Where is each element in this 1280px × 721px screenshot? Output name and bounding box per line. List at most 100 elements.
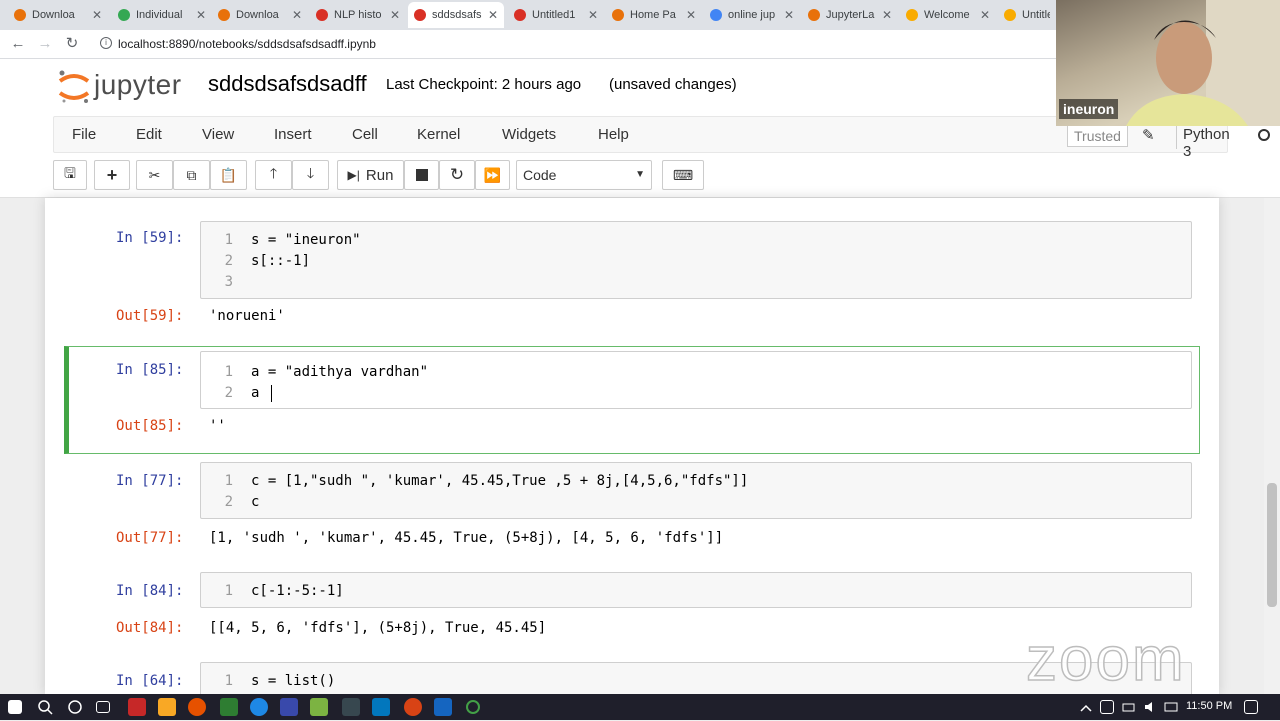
tab-close-icon[interactable]: ✕ bbox=[980, 8, 990, 22]
tab-close-icon[interactable]: ✕ bbox=[686, 8, 696, 22]
cell-type-value: Code bbox=[523, 167, 557, 183]
site-info-icon[interactable]: i bbox=[100, 37, 112, 49]
save-button[interactable]: 🖫 bbox=[53, 160, 87, 190]
terminal-icon[interactable] bbox=[342, 698, 360, 716]
app-icon[interactable] bbox=[280, 698, 298, 716]
tab-close-icon[interactable]: ✕ bbox=[882, 8, 892, 22]
code-cell-selected[interactable]: In [85]: 1 a = "adithya vardhan" 2 a Out[8… bbox=[64, 346, 1200, 454]
notebook-name[interactable]: sddsdsafsdsadff bbox=[208, 71, 367, 97]
menu-widgets[interactable]: Widgets bbox=[502, 126, 556, 143]
battery-icon[interactable] bbox=[1122, 700, 1136, 714]
tab-close-icon[interactable]: ✕ bbox=[196, 8, 206, 22]
kernel-name[interactable]: Python 3 bbox=[1183, 126, 1230, 160]
kernel-divider bbox=[1176, 123, 1177, 149]
browser-tab[interactable]: online jup ✕ bbox=[704, 2, 800, 28]
restart-run-all-button[interactable]: ⏩ bbox=[475, 160, 510, 190]
out-prompt: Out[59]: bbox=[116, 308, 184, 324]
forward-icon[interactable]: → bbox=[36, 35, 54, 53]
tab-close-icon[interactable]: ✕ bbox=[784, 8, 794, 22]
menu-cell[interactable]: Cell bbox=[352, 126, 378, 143]
command-palette-button[interactable]: ⌨ bbox=[662, 160, 704, 190]
tab-favicon-icon bbox=[906, 9, 918, 21]
excel-icon[interactable] bbox=[220, 698, 238, 716]
tab-favicon-icon bbox=[218, 9, 230, 21]
interrupt-button[interactable] bbox=[404, 160, 439, 190]
webcam-overlay: ineuron bbox=[1056, 0, 1280, 126]
browser-tab[interactable]: Welcome ✕ bbox=[900, 2, 996, 28]
menu-insert[interactable]: Insert bbox=[274, 126, 312, 143]
paste-button[interactable]: 📋 bbox=[210, 160, 247, 190]
menu-kernel[interactable]: Kernel bbox=[417, 126, 460, 143]
unsaved-status: (unsaved changes) bbox=[609, 76, 737, 93]
code-cell[interactable]: In [59]: 1 s = "ineuron" 2 s[::-1] 3 Out[5… bbox=[64, 220, 1200, 330]
photoshop-icon[interactable] bbox=[372, 698, 390, 716]
copy-button[interactable]: ⧉ bbox=[173, 160, 210, 190]
cell-output: [[4, 5, 6, 'fdfs'], (5+8j), True, 45.45] bbox=[209, 620, 547, 636]
cell-input[interactable]: 1 c = [1,"sudh ", 'kumar', 45.45,True ,5 … bbox=[200, 462, 1192, 519]
browser-tab[interactable]: Untitled1 ✕ bbox=[508, 2, 604, 28]
chrome-icon[interactable] bbox=[188, 698, 206, 716]
network-icon[interactable] bbox=[1100, 700, 1114, 714]
menu-view[interactable]: View bbox=[202, 126, 234, 143]
insert-cell-button[interactable]: + bbox=[94, 160, 130, 190]
edge-icon[interactable] bbox=[250, 698, 268, 716]
browser-tab[interactable]: NLP histo ✕ bbox=[310, 2, 406, 28]
tab-close-icon[interactable]: ✕ bbox=[390, 8, 400, 22]
taskbar-clock[interactable]: 11:50 PM bbox=[1186, 700, 1232, 712]
menu-edit[interactable]: Edit bbox=[136, 126, 162, 143]
cell-input[interactable]: 1 s = "ineuron" 2 s[::-1] 3 bbox=[200, 221, 1192, 299]
page-scrollbar[interactable] bbox=[1264, 198, 1280, 694]
menu-file[interactable]: File bbox=[72, 126, 96, 143]
cell-output: [1, 'sudh ', 'kumar', 45.45, True, (5+8j… bbox=[209, 530, 724, 546]
volume-icon[interactable] bbox=[1144, 700, 1158, 714]
cut-button[interactable]: ✂ bbox=[136, 160, 173, 190]
browser-tab[interactable]: Downloa ✕ bbox=[8, 2, 108, 28]
browser-tab[interactable]: Home Pa ✕ bbox=[606, 2, 702, 28]
line-number: 1 bbox=[224, 364, 233, 380]
zoom-app-icon[interactable] bbox=[434, 698, 452, 716]
back-icon[interactable]: ← bbox=[9, 35, 27, 53]
move-up-button[interactable]: 🡑 bbox=[255, 160, 292, 190]
checkpoint-status: Last Checkpoint: 2 hours ago bbox=[386, 76, 582, 93]
browser-tab[interactable]: Untitle bbox=[998, 2, 1056, 28]
browser-tab-active[interactable]: sddsdsafs ✕ bbox=[408, 2, 504, 28]
keyboard-icon[interactable] bbox=[1164, 700, 1178, 714]
reload-icon[interactable]: ↻ bbox=[63, 35, 81, 53]
cell-input[interactable]: 1 a = "adithya vardhan" 2 a bbox=[200, 351, 1192, 409]
tab-close-icon[interactable]: ✕ bbox=[588, 8, 598, 22]
notifications-icon[interactable] bbox=[1244, 700, 1258, 714]
browser-tab[interactable]: JupyterLa ✕ bbox=[802, 2, 898, 28]
windows-start-icon[interactable] bbox=[8, 700, 22, 714]
code-cell[interactable]: In [77]: 1 c = [1,"sudh ", 'kumar', 45.45… bbox=[64, 462, 1200, 552]
browser-tab[interactable]: Individual ✕ bbox=[112, 2, 212, 28]
tab-favicon-icon bbox=[808, 9, 820, 21]
menu-help[interactable]: Help bbox=[598, 126, 629, 143]
notepad-icon[interactable] bbox=[310, 698, 328, 716]
pencil-icon[interactable]: ✎ bbox=[1142, 126, 1155, 144]
paint-icon[interactable] bbox=[404, 698, 422, 716]
file-explorer-icon[interactable] bbox=[158, 698, 176, 716]
line-number: 2 bbox=[224, 253, 233, 269]
in-prompt: In [77]: bbox=[116, 473, 184, 489]
jupyter-app-icon[interactable] bbox=[466, 700, 480, 714]
restart-button[interactable]: ↻ bbox=[439, 160, 475, 190]
move-down-button[interactable]: 🡓 bbox=[292, 160, 329, 190]
tab-close-icon[interactable]: ✕ bbox=[488, 8, 498, 22]
tray-up-icon[interactable] bbox=[1080, 701, 1092, 713]
run-button[interactable]: ▶| Run bbox=[337, 160, 404, 190]
line-number: 2 bbox=[224, 494, 233, 510]
search-icon[interactable] bbox=[36, 698, 54, 716]
cell-type-select[interactable]: Code ▼ bbox=[516, 160, 652, 190]
in-prompt: In [59]: bbox=[116, 230, 184, 246]
app-icon[interactable] bbox=[128, 698, 146, 716]
task-view-icon[interactable] bbox=[96, 701, 110, 713]
trusted-badge[interactable]: Trusted bbox=[1067, 125, 1128, 147]
url-field[interactable]: localhost:8890/notebooks/sddsdsafsdsadff… bbox=[118, 37, 376, 51]
cortana-icon[interactable] bbox=[66, 698, 84, 716]
tab-close-icon[interactable]: ✕ bbox=[92, 8, 102, 22]
tab-close-icon[interactable]: ✕ bbox=[292, 8, 302, 22]
scrollbar-thumb[interactable] bbox=[1267, 483, 1277, 607]
jupyter-logo-text[interactable]: jupyter bbox=[94, 69, 182, 101]
cell-input[interactable]: 1 c[-1:-5:-1] bbox=[200, 572, 1192, 608]
browser-tab[interactable]: Downloa ✕ bbox=[212, 2, 308, 28]
